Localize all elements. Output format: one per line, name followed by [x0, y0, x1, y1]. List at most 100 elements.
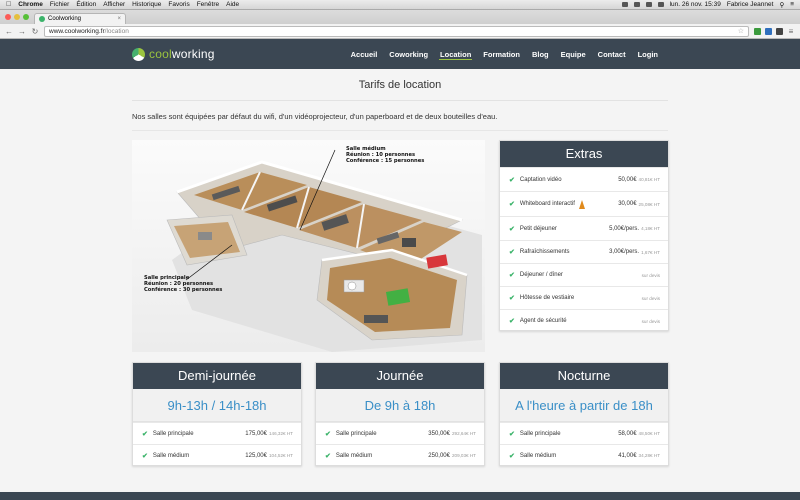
logo-icon — [132, 47, 145, 61]
menu-item-aide[interactable]: Aide — [226, 1, 239, 8]
window-controls — [5, 14, 29, 20]
check-icon: ✔ — [509, 249, 515, 256]
extras-row: ✔ Petit déjeuner 5,00€/pers. 4,18€ HT — [500, 216, 668, 240]
nav-accueil[interactable]: Accueil — [345, 39, 384, 69]
check-icon: ✔ — [509, 176, 515, 184]
chrome-menu-icon[interactable]: ≡ — [787, 27, 795, 36]
pricing-card-nocturne: Nocturne A l'heure à partir de 18h ✔ Sal… — [499, 362, 669, 466]
close-window-icon[interactable] — [5, 14, 11, 20]
floorplan-image: Salle médium Réunion : 10 personnes Conf… — [132, 140, 485, 352]
card-row: ✔ Salle principale 58,00€ 48,50€ HT — [500, 422, 668, 444]
check-icon: ✔ — [509, 201, 515, 208]
check-icon: ✔ — [325, 430, 331, 438]
favicon-icon — [39, 16, 45, 22]
card-row: ✔ Salle médium 250,00€ 209,03€ HT — [316, 444, 484, 466]
status-icon[interactable] — [633, 2, 640, 7]
check-icon: ✔ — [509, 452, 515, 460]
menu-app-name[interactable]: Chrome — [18, 1, 43, 8]
pricing-card-journee: Journée De 9h à 18h ✔ Salle principale 3… — [315, 362, 485, 466]
card-title: Journée — [316, 363, 484, 389]
menu-item-historique[interactable]: Historique — [132, 1, 161, 8]
nav-coworking[interactable]: Coworking — [383, 39, 434, 69]
url-field[interactable]: www.coolworking.fr/location ☆ — [44, 25, 749, 37]
tab-title: Coolworking — [48, 16, 82, 22]
extensions: ≡ — [754, 27, 795, 36]
nav-equipe[interactable]: Equipe — [555, 39, 592, 69]
mac-menu-bar:  Chrome Fichier Édition Afficher Histor… — [0, 0, 800, 10]
logo-text: coolworking — [149, 47, 215, 61]
nav-location[interactable]: Location — [434, 39, 477, 69]
check-icon: ✔ — [509, 318, 515, 325]
extension-icon[interactable] — [754, 27, 761, 35]
card-row: ✔ Salle médium 41,00€ 34,28€ HT — [500, 444, 668, 466]
check-icon: ✔ — [509, 295, 515, 302]
back-icon[interactable]: ← — [5, 27, 13, 36]
extras-title: Extras — [500, 141, 668, 167]
zoom-window-icon[interactable] — [23, 14, 29, 20]
card-row: ✔ Salle médium 125,00€ 104,52€ HT — [133, 444, 301, 466]
menu-item-fenetre[interactable]: Fenêtre — [197, 1, 219, 8]
main-nav: Accueil Coworking Location Formation Blo… — [345, 39, 664, 69]
page-title: Tarifs de location — [358, 79, 442, 91]
extras-row: ✔ Captation vidéo 50,00€ 40,81€ HT — [500, 167, 668, 191]
wifi-icon[interactable] — [645, 2, 652, 7]
status-icon[interactable] — [621, 2, 628, 7]
menu-item-fichier[interactable]: Fichier — [50, 1, 70, 8]
extension-icon[interactable] — [776, 27, 783, 35]
divider — [132, 130, 668, 131]
menu-item-favoris[interactable]: Favoris — [168, 1, 189, 8]
check-icon: ✔ — [509, 225, 515, 233]
card-title: Nocturne — [500, 363, 668, 389]
browser-tab-strip: Coolworking × — [0, 10, 800, 24]
url-host: www.coolworking.fr — [49, 27, 105, 35]
forward-icon[interactable]: → — [18, 27, 26, 36]
extras-row: ✔ Agent de sécurité sur devis — [500, 309, 668, 332]
apple-icon[interactable]:  — [6, 1, 11, 8]
url-path: /location — [104, 27, 129, 35]
address-bar: ← → ↻ www.coolworking.fr/location ☆ ≡ — [0, 24, 800, 39]
traffic-cone-icon — [578, 199, 585, 209]
check-icon: ✔ — [509, 430, 515, 438]
pricing-card-demi-journee: Demi-journée 9h-13h / 14h-18h ✔ Salle pr… — [132, 362, 302, 466]
bookmark-star-icon[interactable]: ☆ — [738, 27, 744, 35]
site-logo[interactable]: coolworking — [132, 47, 215, 61]
nav-contact[interactable]: Contact — [592, 39, 632, 69]
reload-icon[interactable]: ↻ — [31, 27, 39, 36]
menu-clock[interactable]: lun. 26 nov. 15:39 — [670, 1, 721, 8]
list-icon[interactable]: ≡ — [790, 1, 794, 8]
check-icon: ✔ — [142, 452, 148, 460]
extension-icon[interactable] — [765, 27, 772, 35]
menu-item-afficher[interactable]: Afficher — [103, 1, 125, 8]
divider — [132, 100, 668, 101]
card-row: ✔ Salle principale 350,00€ 292,64€ HT — [316, 422, 484, 444]
floorplan-illustration — [132, 140, 485, 352]
menu-user[interactable]: Fabrice Jeannet — [727, 1, 774, 8]
browser-tab[interactable]: Coolworking × — [34, 13, 126, 24]
site-header: coolworking Accueil Coworking Location F… — [0, 39, 800, 69]
card-title: Demi-journée — [133, 363, 301, 389]
nav-formation[interactable]: Formation — [477, 39, 526, 69]
extras-panel: Extras ✔ Captation vidéo 50,00€ 40,81€ HT… — [499, 140, 669, 331]
close-tab-icon[interactable]: × — [117, 16, 121, 22]
extras-row: ✔ Hôtesse de vestiaire sur devis — [500, 286, 668, 309]
spotlight-icon[interactable]: ⚲ — [779, 1, 784, 9]
minimize-window-icon[interactable] — [14, 14, 20, 20]
check-icon: ✔ — [142, 430, 148, 438]
page-content: Tarifs de location Nos salles sont équip… — [0, 70, 800, 500]
check-icon: ✔ — [325, 452, 331, 460]
card-hours: De 9h à 18h — [316, 389, 484, 422]
battery-icon[interactable] — [657, 2, 664, 7]
card-hours: 9h-13h / 14h-18h — [133, 389, 301, 422]
nav-blog[interactable]: Blog — [526, 39, 555, 69]
card-row: ✔ Salle principale 175,00€ 146,32€ HT — [133, 422, 301, 444]
extras-row: ✔ Déjeuner / dîner sur devis — [500, 263, 668, 286]
extras-row: ✔ Whiteboard interactif 30,00€ 25,08€ HT — [500, 191, 668, 216]
footer-bar — [0, 492, 800, 500]
card-hours: A l'heure à partir de 18h — [500, 389, 668, 422]
extras-row: ✔ Rafraîchissements 3,00€/pers. 1,67€ HT — [500, 240, 668, 263]
floorplan-label-main: Salle principale Réunion : 20 personnes … — [144, 275, 223, 294]
intro-text: Nos salles sont équipées par défaut du w… — [132, 112, 498, 121]
floorplan-label-medium: Salle médium Réunion : 10 personnes Conf… — [346, 146, 425, 165]
nav-login[interactable]: Login — [632, 39, 664, 69]
menu-item-edition[interactable]: Édition — [76, 1, 96, 8]
